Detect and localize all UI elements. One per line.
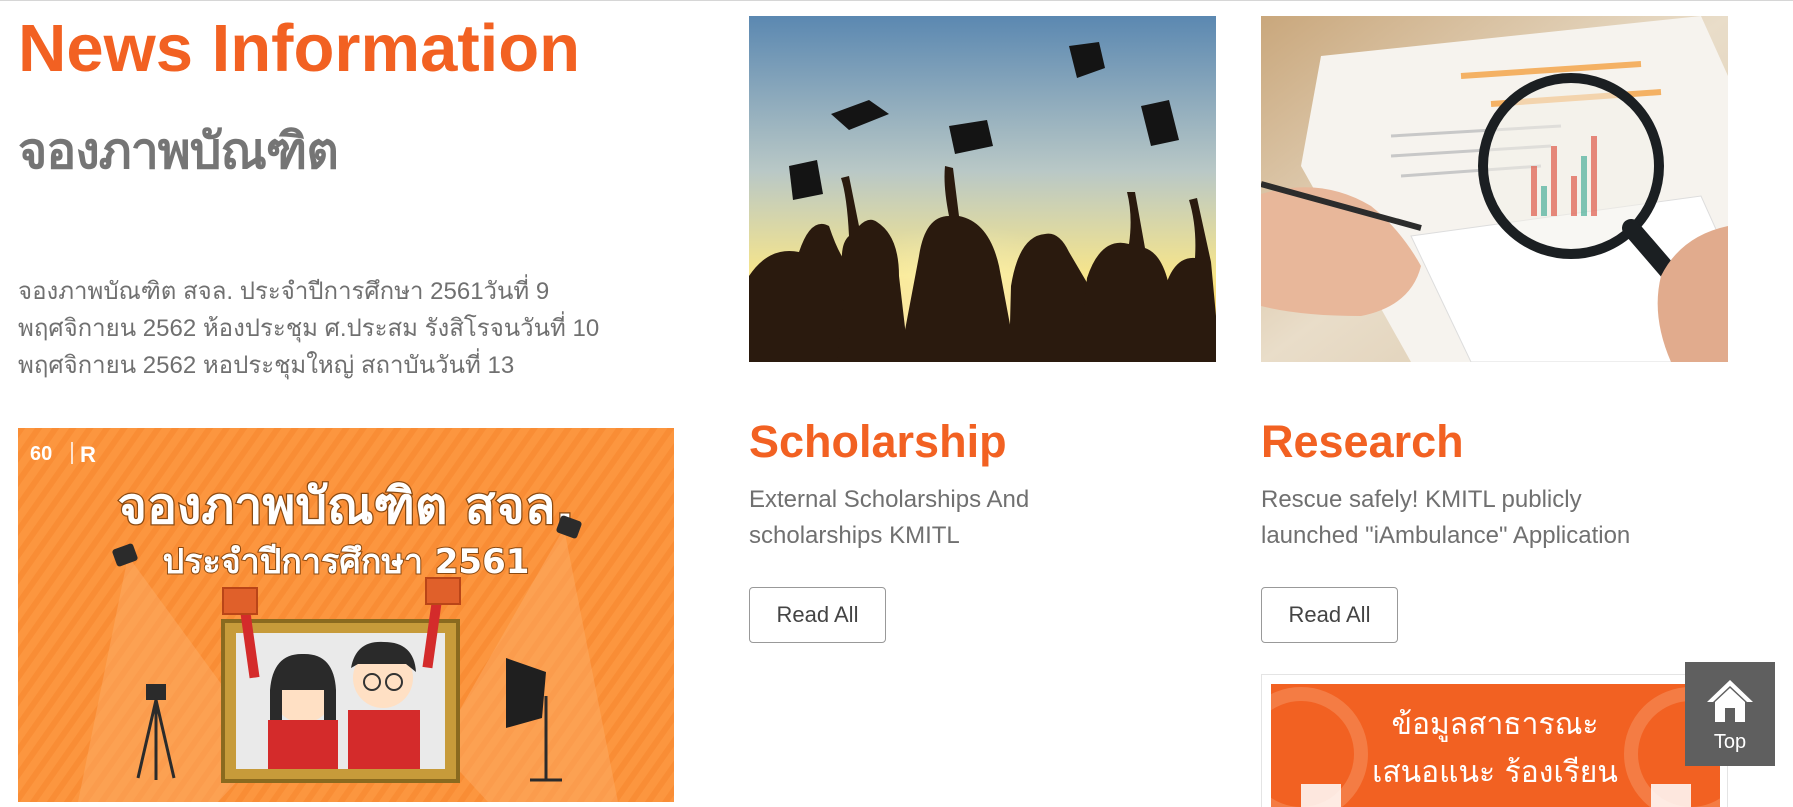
scholarship-image[interactable] [749, 16, 1216, 362]
news-summary-line: พฤศจิกายน 2562 ห้องประชุม ศ.ประสม รังสิโ… [18, 315, 600, 342]
news-summary-line: จองภาพบัณฑิต สจล. ประจำปีการศึกษา 2561วั… [18, 278, 550, 305]
info-banner-line2: เสนอแนะ ร้องเรียน [1372, 755, 1618, 790]
news-summary-line: พฤศจิกายน 2562 หอประชุมใหญ่ สถาบันวันที่… [18, 352, 515, 379]
home-icon [1707, 680, 1753, 722]
magnifying-glass-document-photo [1261, 16, 1728, 362]
info-banner-line1: ข้อมูลสาธารณะ [1391, 707, 1598, 742]
public-info-banner-artwork: ข้อมูลสาธารณะ เสนอแนะ ร้องเรียน [1271, 684, 1720, 807]
news-article-summary: จองภาพบัณฑิต สจล. ประจำปีการศึกษา 2561วั… [18, 273, 608, 384]
description-line: Rescue safely! KMITL publicly [1261, 486, 1582, 513]
back-to-top-label: Top [1713, 731, 1747, 753]
public-info-banner[interactable]: ข้อมูลสาธารณะ เสนอแนะ ร้องเรียน [1261, 674, 1728, 807]
description-line: External Scholarships And [749, 486, 1030, 513]
back-to-top-button[interactable]: Top [1685, 662, 1775, 766]
description-line: launched "iAmbulance" Application [1261, 522, 1631, 549]
scholarship-read-all-button[interactable]: Read All [749, 587, 886, 643]
news-heading: News Information [18, 11, 581, 86]
scholarship-description: External Scholarships And scholarships K… [749, 482, 1189, 554]
research-image[interactable] [1261, 16, 1728, 362]
banner-logo-r: R [80, 442, 96, 467]
description-line: scholarships KMITL [749, 522, 960, 549]
news-section: News Information จองภาพบัณฑิต จองภาพบัณฑ… [0, 0, 1793, 807]
research-title[interactable]: Research [1261, 415, 1464, 469]
banner-headline: จองภาพบัณฑิต สจล. [118, 477, 575, 535]
banner-logo-60: 60 [30, 443, 52, 465]
banner-artwork: 60 R จองภาพบัณฑิต สจล. ประจำปีการศึกษา 2… [18, 428, 674, 802]
news-article-title[interactable]: จองภาพบัณฑิต [18, 121, 339, 181]
graduation-caps-photo [749, 16, 1216, 362]
research-read-all-button[interactable]: Read All [1261, 587, 1398, 643]
graduation-photo-banner[interactable]: 60 R จองภาพบัณฑิต สจล. ประจำปีการศึกษา 2… [18, 428, 674, 802]
banner-subline: ประจำปีการศึกษา 2561 [163, 542, 530, 582]
scholarship-title[interactable]: Scholarship [749, 415, 1007, 469]
research-description: Rescue safely! KMITL publicly launched "… [1261, 482, 1701, 554]
